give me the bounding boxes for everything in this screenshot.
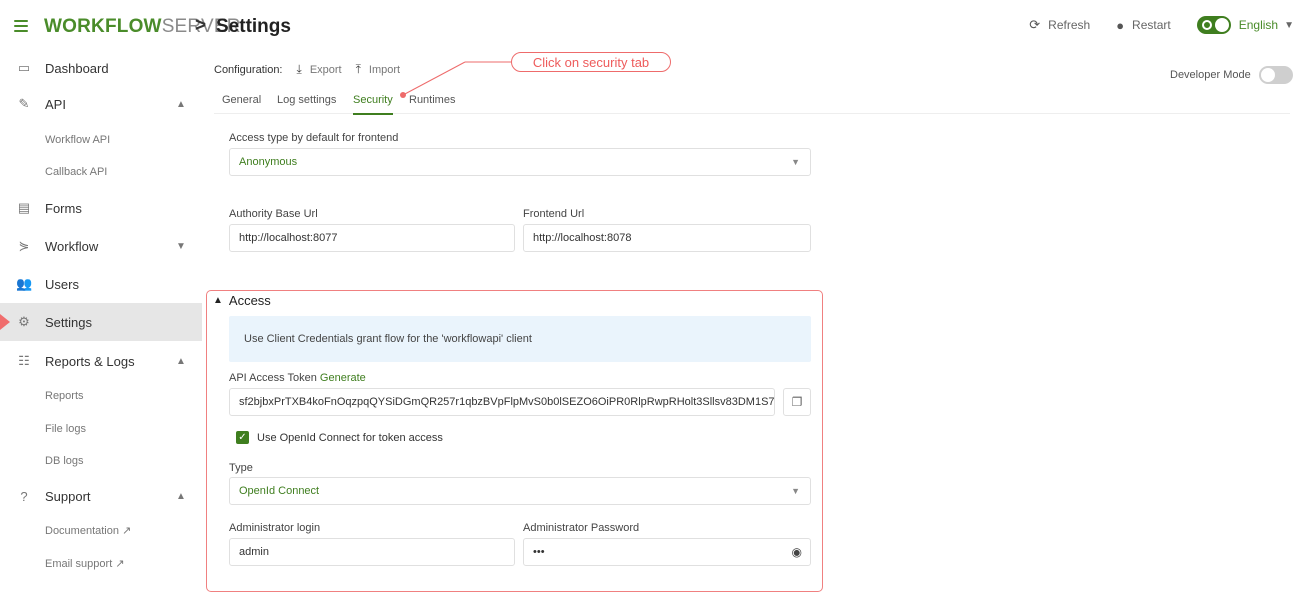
admin-login-input[interactable]: admin bbox=[229, 538, 515, 566]
copy-icon: ❐ bbox=[791, 395, 803, 409]
frontend-url-label: Frontend Url bbox=[523, 208, 585, 220]
chevron-down-icon: ▼ bbox=[791, 486, 800, 496]
access-type-select[interactable]: Anonymous ▼ bbox=[229, 148, 811, 176]
access-info-box: Use Client Credentials grant flow for th… bbox=[229, 316, 811, 362]
access-section-header[interactable]: ▲ Access bbox=[213, 293, 271, 308]
check-icon: ✓ bbox=[238, 432, 247, 443]
api-token-label: API Access Token Generate bbox=[229, 372, 366, 384]
chevron-down-icon: ▼ bbox=[791, 157, 800, 167]
generate-token-link[interactable]: Generate bbox=[320, 372, 366, 384]
chevron-up-icon: ▲ bbox=[213, 295, 223, 306]
frontend-url-input[interactable]: http://localhost:8078 bbox=[523, 224, 811, 252]
type-label: Type bbox=[229, 462, 253, 474]
access-type-label: Access type by default for frontend bbox=[229, 132, 399, 144]
type-select[interactable]: OpenId Connect ▼ bbox=[229, 477, 811, 505]
authority-url-input[interactable]: http://localhost:8077 bbox=[229, 224, 515, 252]
admin-password-input[interactable]: ••• ◉ bbox=[523, 538, 811, 566]
eye-icon[interactable]: ◉ bbox=[792, 545, 802, 559]
api-token-input[interactable]: sf2bjbxPrTXB4koFnOqzpqQYSiDGmQR257r1qbzB… bbox=[229, 388, 775, 416]
admin-login-label: Administrator login bbox=[229, 522, 321, 534]
openid-checkbox[interactable]: ✓ bbox=[236, 431, 249, 444]
annotation-callout: Click on security tab bbox=[511, 52, 671, 72]
authority-url-label: Authority Base Url bbox=[229, 208, 318, 220]
copy-token-button[interactable]: ❐ bbox=[783, 388, 811, 416]
openid-checkbox-label: Use OpenId Connect for token access bbox=[257, 432, 443, 444]
admin-password-label: Administrator Password bbox=[523, 522, 640, 534]
